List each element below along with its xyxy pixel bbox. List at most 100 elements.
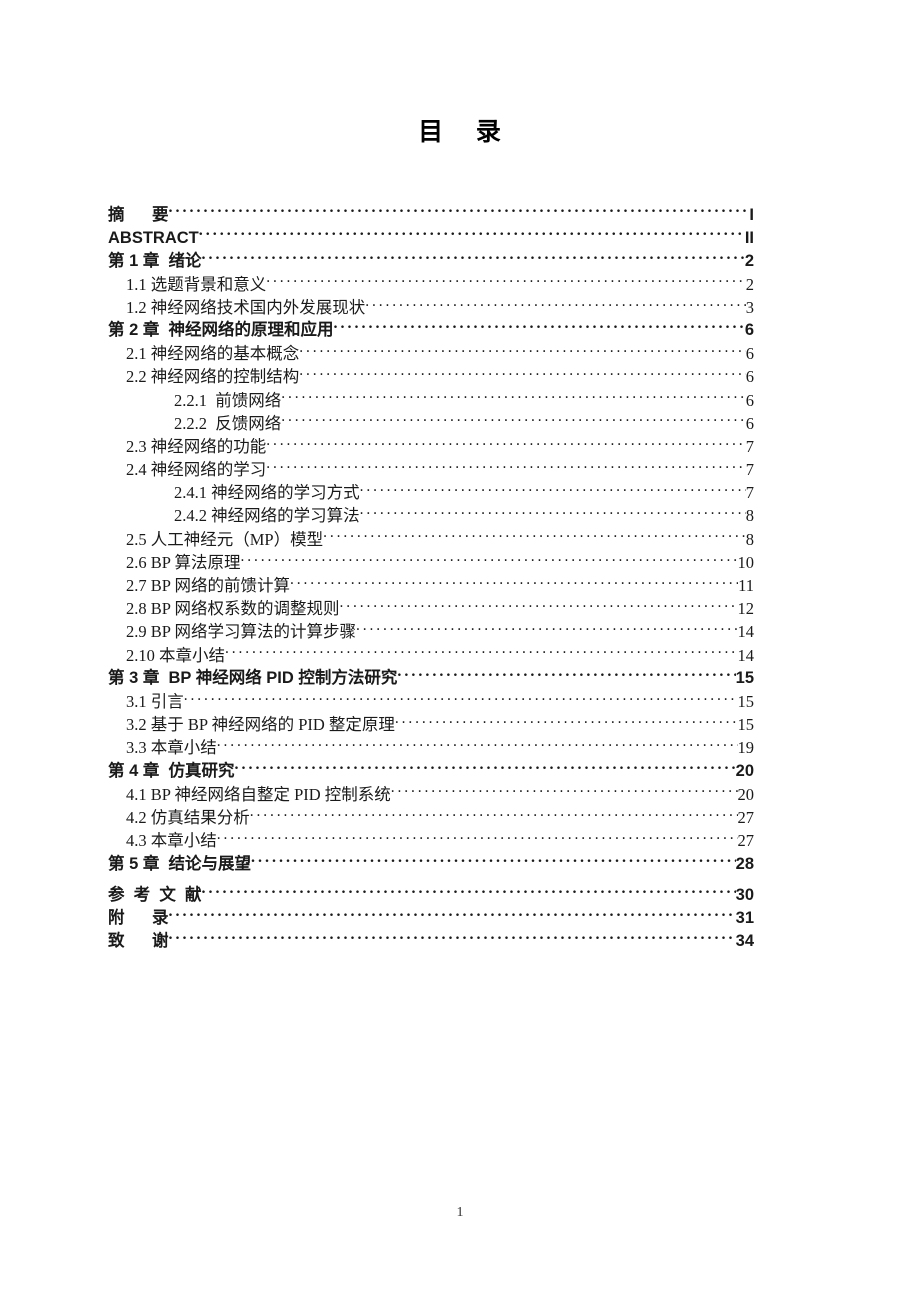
toc-entry-page-number: 14 bbox=[737, 622, 755, 642]
toc-entry-label: 3.3 本章小结 bbox=[126, 738, 217, 758]
toc-entry[interactable]: 4.3 本章小结 27 bbox=[126, 829, 754, 852]
toc-entry[interactable]: 3.1 引言 15 bbox=[126, 690, 754, 713]
toc-dot-leader bbox=[266, 459, 746, 476]
toc-entry[interactable]: 第 5 章 结论与展望 28 bbox=[108, 852, 754, 875]
toc-entry-page-number: 2 bbox=[744, 251, 754, 270]
toc-dot-leader bbox=[356, 621, 738, 638]
toc-entry[interactable]: 4.2 仿真结果分析 27 bbox=[126, 806, 754, 829]
toc-dot-leader bbox=[250, 806, 738, 823]
toc-entry-page-number: 31 bbox=[735, 909, 754, 928]
toc-dot-leader bbox=[217, 830, 738, 847]
toc-entry-label: 摘 要 bbox=[108, 205, 169, 224]
toc-entry-label: 2.4 神经网络的学习 bbox=[126, 460, 267, 480]
toc-entry-page-number: II bbox=[744, 228, 754, 247]
toc-entry[interactable]: 1.2 神经网络技术国内外发展现状 3 bbox=[126, 296, 754, 319]
toc-dot-leader bbox=[184, 690, 738, 707]
toc-entry[interactable]: 2.3 神经网络的功能 7 bbox=[126, 435, 754, 458]
toc-entry-page-number: 7 bbox=[745, 460, 754, 480]
toc-entry-page-number: 20 bbox=[737, 784, 755, 804]
toc-dot-leader bbox=[235, 760, 736, 777]
toc-entry-label: 2.5 人工神经元（MP）模型 bbox=[126, 529, 324, 549]
page-number-footer: 1 bbox=[456, 1205, 464, 1220]
toc-entry[interactable]: 2.7 BP 网络的前馈计算 11 bbox=[126, 574, 754, 597]
table-of-contents: 摘 要 I ABSTRACT II 第 1 章 绪论 2 1.1 选题背景和意义21.2 神… bbox=[108, 203, 754, 953]
toc-entry[interactable]: 第 2 章 神经网络的原理和应用 6 bbox=[108, 319, 754, 342]
toc-entry-page-number: 34 bbox=[735, 932, 754, 951]
toc-entry-page-number: 8 bbox=[745, 506, 754, 526]
toc-entry-label: 2.2.1 前馈网络 bbox=[174, 390, 282, 410]
toc-entry[interactable]: 摘 要I bbox=[108, 203, 754, 226]
toc-entry[interactable]: 2.2 神经网络的控制结构 6 bbox=[126, 365, 754, 388]
toc-entry-page-number: 3 bbox=[745, 297, 754, 317]
toc-entry[interactable]: 3.2 基于 BP 神经网络的 PID 整定原理 15 bbox=[126, 713, 754, 736]
toc-entry-label: 2.10 本章小结 bbox=[126, 645, 225, 665]
toc-entry[interactable]: 2.4.2 神经网络的学习算法 8 bbox=[174, 504, 754, 527]
toc-entry-page-number: 15 bbox=[735, 669, 754, 688]
toc-dot-leader bbox=[240, 551, 737, 568]
toc-entry-label: 2.8 BP 网络权系数的调整规则 bbox=[126, 599, 340, 619]
toc-entry-page-number: 20 bbox=[735, 762, 754, 780]
toc-entry-label: 2.6 BP 算法原理 bbox=[126, 552, 241, 572]
toc-entry[interactable]: 2.5 人工神经元（MP）模型 8 bbox=[126, 528, 754, 551]
toc-dot-leader bbox=[391, 783, 738, 800]
toc-entry-label: 1.1 选题背景和意义 bbox=[126, 274, 267, 294]
toc-entry-page-number: I bbox=[749, 205, 754, 224]
toc-entry-label: 第 1 章 绪论 bbox=[108, 251, 202, 270]
toc-entry-page-number: 19 bbox=[737, 738, 755, 758]
toc-entry-page-number: 27 bbox=[737, 831, 755, 851]
toc-entry-page-number: 11 bbox=[738, 576, 754, 595]
toc-entry[interactable]: 附 录 31 bbox=[108, 907, 754, 930]
toc-entry-label: 致 谢 bbox=[108, 932, 169, 951]
toc-dot-leader bbox=[169, 907, 736, 924]
toc-entry[interactable]: 参 考 文 献 30 bbox=[108, 883, 754, 906]
toc-entry-label: 2.7 BP 网络的前馈计算 bbox=[126, 576, 290, 595]
toc-entry-label: 第 2 章 神经网络的原理和应用 bbox=[108, 321, 334, 340]
toc-dot-leader bbox=[395, 714, 738, 731]
toc-entry[interactable]: 2.2.1 前馈网络 6 bbox=[174, 389, 754, 412]
toc-entry-page-number: 15 bbox=[737, 691, 755, 711]
toc-entry[interactable]: 4.1 BP 神经网络自整定 PID 控制系统 20 bbox=[126, 783, 754, 806]
toc-entry-page-number: 12 bbox=[737, 599, 755, 619]
toc-entry[interactable]: ABSTRACT II bbox=[108, 226, 754, 249]
toc-entry[interactable]: 第 4 章 仿真研究 20 bbox=[108, 760, 754, 783]
toc-entry[interactable]: 1.1 选题背景和意义 2 bbox=[126, 273, 754, 296]
toc-entry[interactable]: 2.8 BP 网络权系数的调整规则 12 bbox=[126, 597, 754, 620]
toc-dot-leader bbox=[281, 389, 746, 406]
toc-entry[interactable]: 2.2.2 反馈网络 6 bbox=[174, 412, 754, 435]
toc-dot-leader bbox=[323, 528, 746, 545]
toc-entry-label: 4.1 BP 神经网络自整定 PID 控制系统 bbox=[126, 784, 391, 804]
toc-entry-label: 3.1 引言 bbox=[126, 691, 184, 711]
toc-entry[interactable]: 2.4 神经网络的学习 7 bbox=[126, 458, 754, 481]
toc-dot-leader bbox=[299, 343, 746, 360]
toc-entry-label: 附 录 bbox=[108, 909, 169, 928]
toc-entry-page-number: 6 bbox=[744, 321, 754, 340]
toc-entry-label: 3.2 基于 BP 神经网络的 PID 整定原理 bbox=[126, 715, 395, 735]
toc-entry-label: 2.4.1 神经网络的学习方式 bbox=[174, 483, 360, 503]
toc-entry-label: 2.3 神经网络的功能 bbox=[126, 436, 267, 456]
toc-entry-label: 1.2 神经网络技术国内外发展现状 bbox=[126, 297, 366, 317]
toc-dot-leader bbox=[225, 644, 738, 661]
toc-entry[interactable]: 第 1 章 绪论 2 bbox=[108, 249, 754, 272]
toc-entry-label: 2.9 BP 网络学习算法的计算步骤 bbox=[126, 622, 356, 642]
toc-entry-page-number: 8 bbox=[745, 529, 754, 549]
toc-entry-page-number: 7 bbox=[745, 483, 754, 503]
toc-dot-leader bbox=[202, 883, 736, 900]
toc-entry[interactable]: 致 谢 34 bbox=[108, 930, 754, 953]
toc-entry-page-number: 6 bbox=[745, 413, 754, 433]
toc-entry-page-number: 6 bbox=[745, 390, 754, 410]
toc-dot-leader bbox=[169, 203, 750, 220]
toc-dot-leader bbox=[334, 319, 745, 336]
toc-entry[interactable]: 2.10 本章小结 14 bbox=[126, 644, 754, 667]
toc-entry[interactable]: 第 3 章 BP 神经网络 PID 控制方法研究 15 bbox=[108, 667, 754, 690]
toc-entry-label: 4.2 仿真结果分析 bbox=[126, 807, 250, 827]
toc-entry[interactable]: 2.1 神经网络的基本概念 6 bbox=[126, 342, 754, 365]
toc-entry-label: 2.2.2 反馈网络 bbox=[174, 413, 282, 433]
toc-entry-label: ABSTRACT bbox=[108, 228, 199, 247]
toc-entry[interactable]: 2.4.1 神经网络的学习方式 7 bbox=[174, 481, 754, 504]
toc-entry[interactable]: 3.3 本章小结 19 bbox=[126, 736, 754, 759]
toc-entry-page-number: 28 bbox=[735, 854, 754, 873]
toc-dot-leader bbox=[397, 667, 735, 684]
toc-entry-label: 第 5 章 结论与展望 bbox=[108, 854, 252, 873]
toc-entry[interactable]: 2.6 BP 算法原理 10 bbox=[126, 551, 754, 574]
toc-entry[interactable]: 2.9 BP 网络学习算法的计算步骤 14 bbox=[126, 620, 754, 643]
